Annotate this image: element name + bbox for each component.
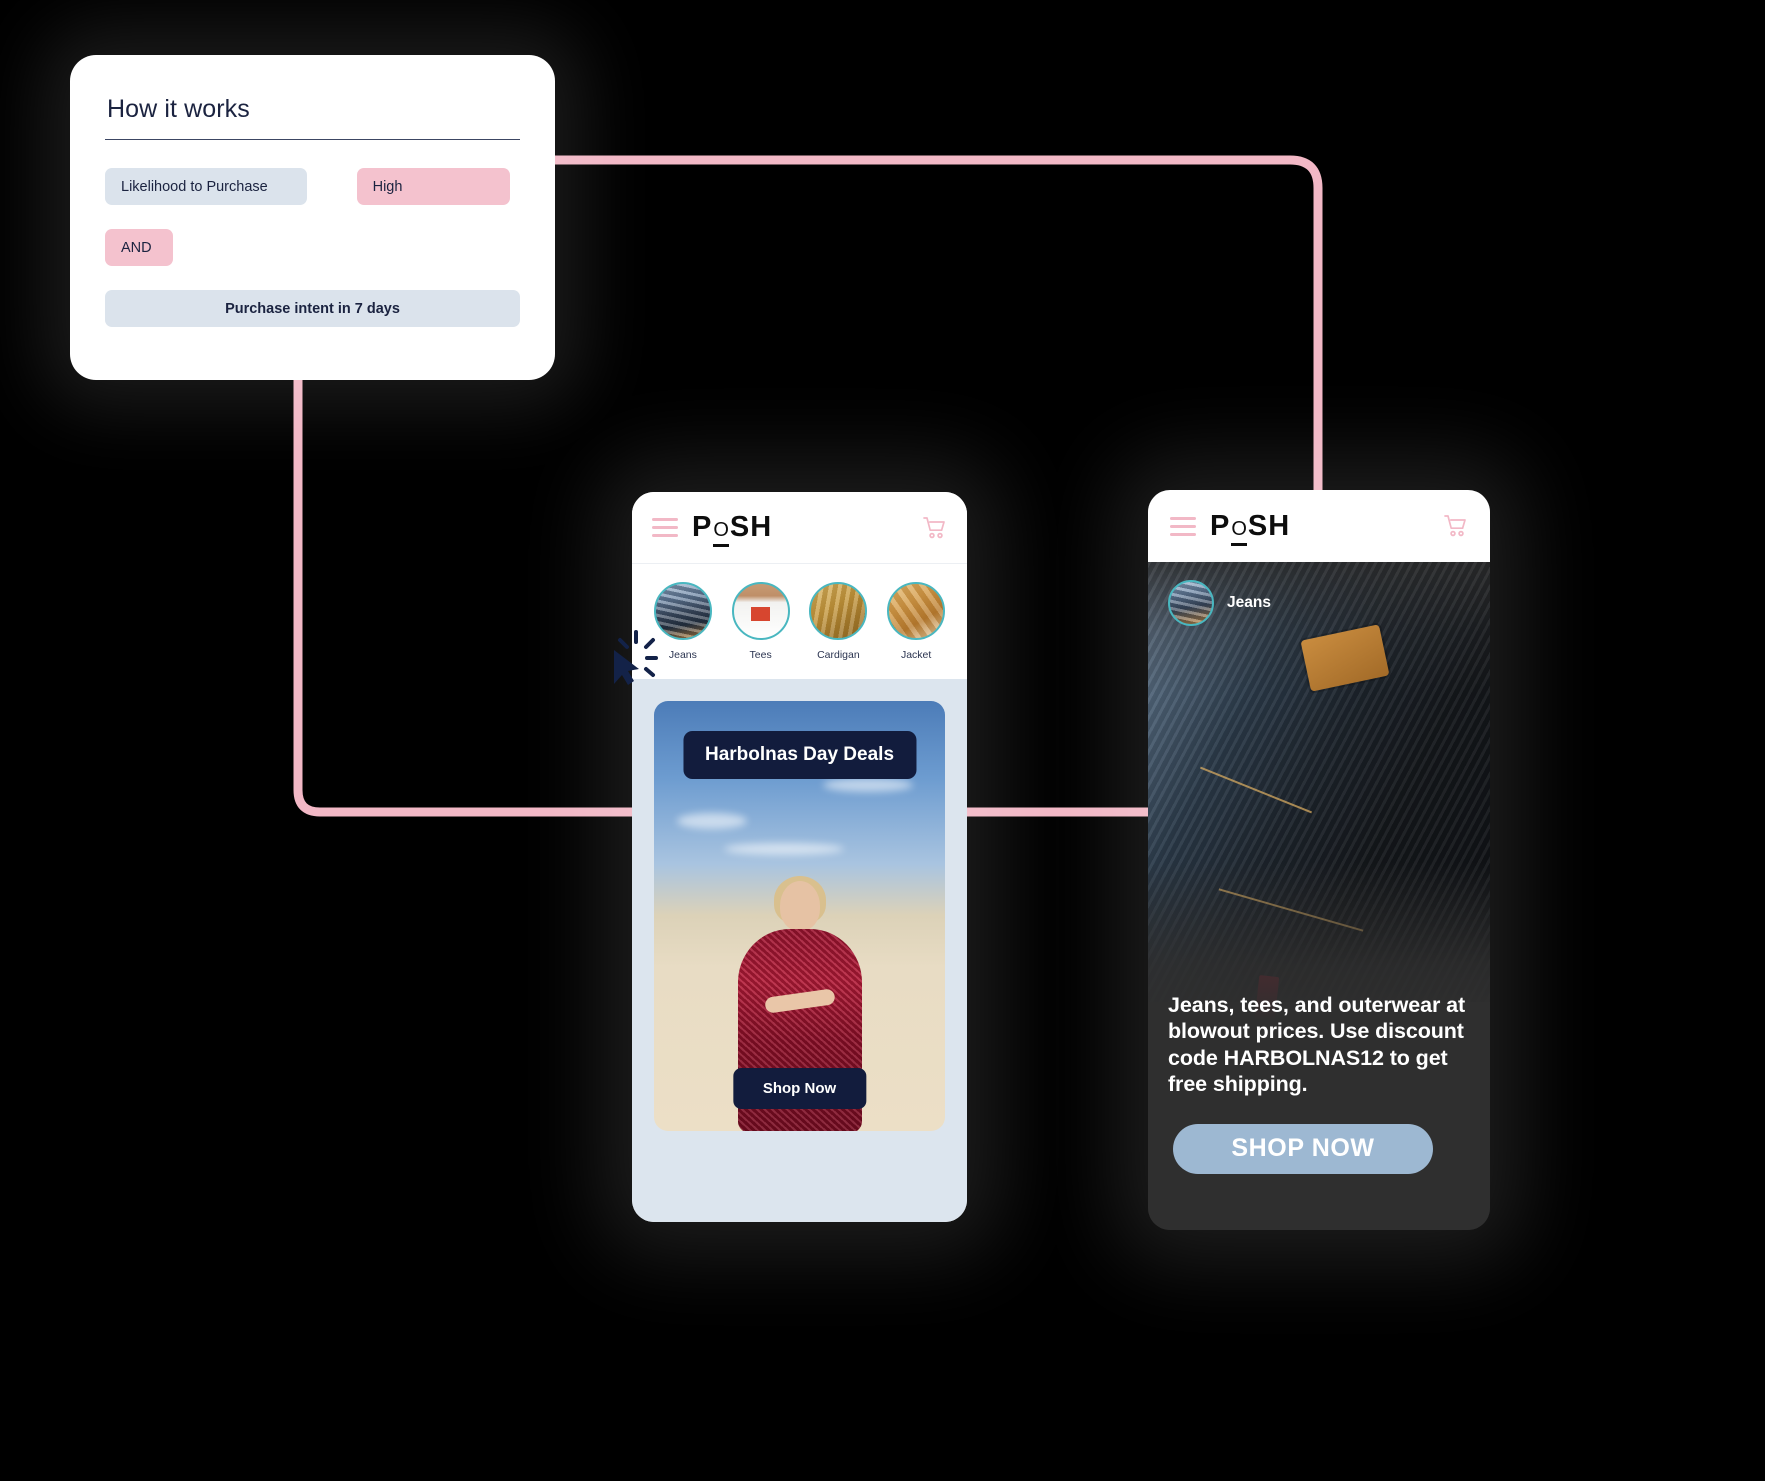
cloud-decoration [723,842,844,855]
how-it-works-card: How it works Likelihood to Purchase High… [70,55,555,380]
posh-logo-b: P O SH [1210,509,1291,546]
category-carousel: Jeans Tees Cardigan Jacket [632,564,967,661]
outcome-chip[interactable]: Purchase intent in 7 days [105,290,520,327]
category-label: Cardigan [817,649,860,661]
logo-sh: SH [729,511,773,543]
hamburger-menu-icon[interactable] [1170,516,1196,536]
condition-row: Likelihood to Purchase High [105,168,510,205]
category-thumbnail-jeans [1168,580,1214,626]
app-header-b: P O SH [1148,490,1490,562]
category-item-jacket[interactable]: Jacket [885,582,947,661]
condition-attribute-chip[interactable]: Likelihood to Purchase [105,168,307,205]
canvas: How it works Likelihood to Purchase High… [0,0,1765,1481]
logo-o: O [713,519,729,541]
campaign-description: Jeans, tees, and outerwear at blowout pr… [1168,993,1466,1097]
category-item-cardigan[interactable]: Cardigan [807,582,869,661]
campaign-body: Jeans Jeans, tees, and outerwear at blow… [1148,562,1490,1230]
app-header-a: P O SH [632,492,967,564]
shop-now-button-b[interactable]: SHOP NOW [1173,1123,1433,1174]
category-label: Jeans [1227,594,1271,611]
connector-card-to-phone-b [555,155,1323,500]
logo-p: P [692,511,713,543]
category-thumbnail-tees [731,582,790,640]
shopping-cart-icon[interactable] [923,516,947,539]
cloud-decoration [822,778,913,793]
hamburger-menu-icon[interactable] [652,518,678,537]
phone-mockup-storefront: P O SH Jeans Tees Cardigan Jacket Harbol… [632,492,967,1222]
click-cursor-icon [614,630,658,685]
promo-banner-title: Harbolnas Day Deals [682,731,917,779]
category-thumbnail-jacket [887,582,946,640]
logo-sh: SH [1247,509,1291,542]
category-label: Jeans [668,649,697,661]
category-thumbnail-jeans [653,582,712,640]
promo-banner-card[interactable]: Harbolnas Day Deals Shop Now [654,701,945,1131]
category-item-jeans[interactable]: Jeans [652,582,714,661]
operator-chip[interactable]: AND [105,229,173,266]
shopping-cart-icon[interactable] [1444,515,1468,537]
phone-mockup-campaign: P O SH Jeans Jeans, tees, and outerwear … [1148,490,1490,1230]
category-item-tees[interactable]: Tees [730,582,792,661]
shop-now-button-a[interactable]: Shop Now [732,1068,867,1109]
category-label: Jacket [900,649,932,661]
campaign-copy: Jeans, tees, and outerwear at blowout pr… [1148,992,1490,1174]
category-thumbnail-cardigan [809,582,868,640]
logo-o: O [1231,517,1247,540]
posh-logo-a: P O SH [692,511,773,547]
cloud-decoration [677,812,748,829]
promo-section: Harbolnas Day Deals Shop Now [632,679,967,1222]
card-title: How it works [107,95,250,123]
category-header-jeans[interactable]: Jeans [1168,580,1271,626]
category-label: Tees [749,649,772,661]
title-divider [105,139,520,140]
condition-value-chip[interactable]: High [356,168,510,205]
logo-p: P [1210,509,1231,542]
